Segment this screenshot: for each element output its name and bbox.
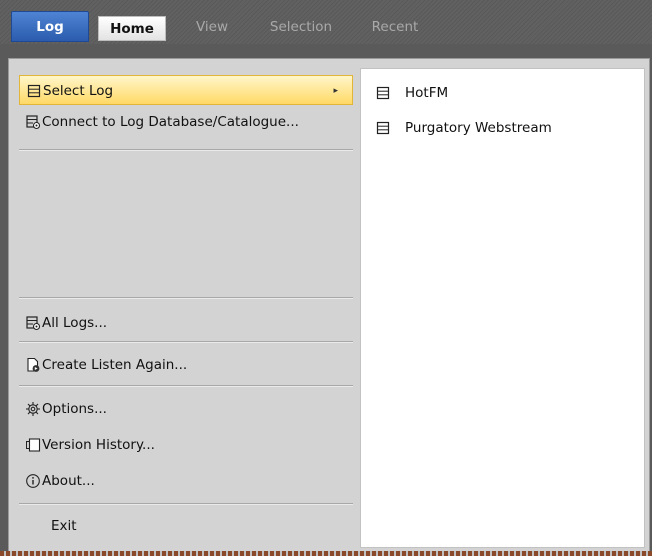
submenu-item-label: Purgatory Webstream bbox=[405, 120, 552, 136]
submenu-arrow-icon: ▸ bbox=[333, 86, 338, 96]
tab-selection[interactable]: Selection bbox=[261, 13, 341, 41]
log-database-icon bbox=[25, 315, 41, 331]
menu-separator bbox=[19, 503, 353, 505]
menu-separator bbox=[19, 149, 353, 151]
tab-view[interactable]: View bbox=[187, 13, 237, 41]
version-history-icon bbox=[25, 437, 41, 453]
menu-item-label: Options... bbox=[42, 401, 107, 417]
submenu-item-hotfm[interactable]: HotFM bbox=[361, 78, 644, 108]
log-menu-list: Select Log ▸ Connect to Log Database/Cat… bbox=[9, 59, 359, 551]
menu-item-connect-log-database[interactable]: Connect to Log Database/Catalogue... bbox=[19, 107, 353, 137]
listen-again-icon bbox=[25, 357, 41, 373]
menu-item-all-logs[interactable]: All Logs... bbox=[19, 308, 353, 338]
menu-separator bbox=[19, 341, 353, 343]
menu-item-label: Select Log bbox=[43, 83, 114, 99]
log-list-icon bbox=[375, 120, 391, 136]
tab-recent[interactable]: Recent bbox=[365, 13, 425, 41]
menu-item-version-history[interactable]: Version History... bbox=[19, 430, 353, 460]
menu-separator bbox=[19, 297, 353, 299]
log-list-icon bbox=[26, 83, 42, 99]
log-database-icon bbox=[25, 114, 41, 130]
menu-item-label: Create Listen Again... bbox=[42, 357, 188, 373]
background-window-edge bbox=[0, 551, 652, 556]
menu-item-exit[interactable]: Exit bbox=[19, 511, 353, 541]
menu-item-label: Version History... bbox=[42, 437, 155, 453]
log-list-icon bbox=[375, 85, 391, 101]
menu-item-options[interactable]: Options... bbox=[19, 394, 353, 424]
menu-item-about[interactable]: About... bbox=[19, 466, 353, 496]
ribbon-tab-bar: Log Home View Selection Recent bbox=[0, 0, 652, 44]
submenu-item-purgatory-webstream[interactable]: Purgatory Webstream bbox=[361, 113, 644, 143]
menu-item-label: All Logs... bbox=[42, 315, 108, 331]
log-menu-panel: Select Log ▸ Connect to Log Database/Cat… bbox=[8, 58, 650, 552]
menu-item-select-log[interactable]: Select Log ▸ bbox=[19, 75, 353, 105]
menu-item-create-listen-again[interactable]: Create Listen Again... bbox=[19, 350, 353, 380]
info-icon bbox=[25, 473, 41, 489]
menu-item-label: Exit bbox=[51, 518, 77, 534]
menu-separator bbox=[19, 385, 353, 387]
menu-item-label: Connect to Log Database/Catalogue... bbox=[42, 114, 299, 130]
tab-home[interactable]: Home bbox=[98, 16, 166, 41]
submenu-item-label: HotFM bbox=[405, 85, 449, 101]
tab-log[interactable]: Log bbox=[11, 11, 89, 42]
menu-item-label: About... bbox=[42, 473, 95, 489]
select-log-submenu: HotFM Purgatory Webstream bbox=[360, 68, 645, 548]
gear-icon bbox=[25, 401, 41, 417]
